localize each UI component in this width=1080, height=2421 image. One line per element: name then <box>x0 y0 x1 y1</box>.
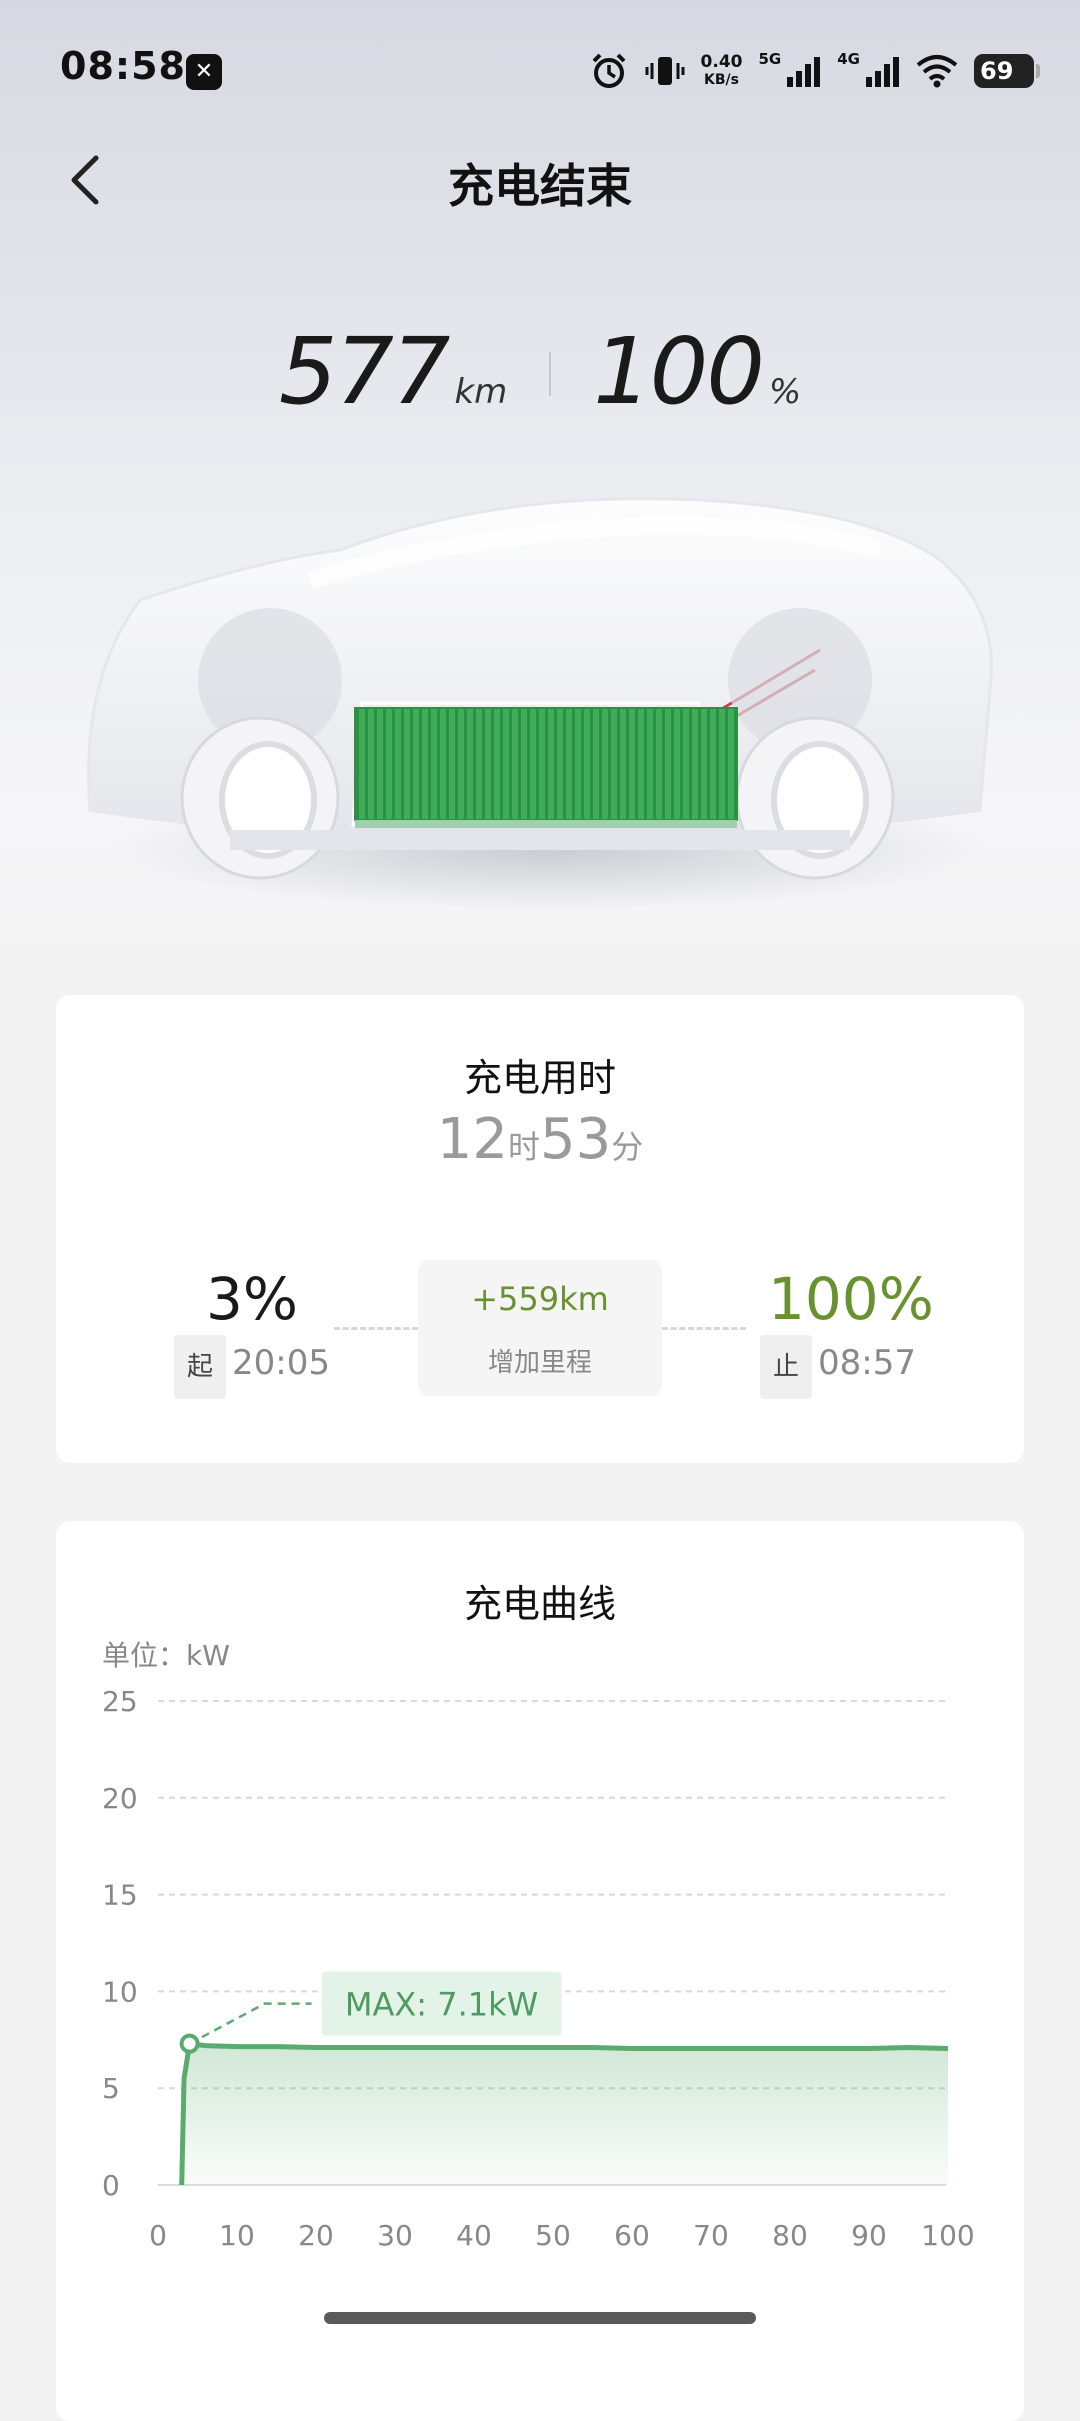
status-bar: 08:58 ✕ 0.40 KB/s 5G 4G 69 <box>0 36 1080 108</box>
y-tick-label: 10 <box>102 1975 138 2008</box>
range-unit: km <box>454 372 508 412</box>
status-time: 08:58 <box>60 44 186 88</box>
net-speed-value: 0.40 <box>700 52 743 72</box>
duration-title: 充电用时 <box>463 1056 616 1100</box>
duration-minutes-unit: 分 <box>611 1128 644 1166</box>
added-range-value: +559km <box>471 1280 609 1318</box>
sim2-type: 4G <box>837 50 860 68</box>
summary-divider <box>549 352 552 396</box>
battery-icon: 69 <box>974 54 1040 88</box>
x-tick-label: 0 <box>149 2219 167 2252</box>
charging-curve-chart: 单位：kW 0 5 10 15 20 25 0 10 20 30 40 50 60 70 80 90 100 MAX… <box>102 1639 975 2252</box>
x-tick-label: 80 <box>772 2219 808 2252</box>
end-time: 08:57 <box>818 1343 916 1383</box>
max-leader-line <box>189 2002 312 2045</box>
x-tick-label: 90 <box>851 2219 887 2252</box>
battery-pack <box>351 701 738 828</box>
y-tick-label: 0 <box>102 2169 120 2202</box>
x-tick-label: 60 <box>614 2219 650 2252</box>
front-wheel <box>735 716 895 880</box>
duration-hours: 12 <box>436 1107 508 1172</box>
rear-wheel <box>180 716 340 880</box>
soc-unit: % <box>768 372 802 412</box>
y-tick-label: 25 <box>102 1685 138 1718</box>
x-tick-label: 30 <box>377 2219 413 2252</box>
net-speed-unit: KB/s <box>704 72 739 88</box>
start-soc: 3% <box>206 1265 299 1333</box>
nav-bar: 充电结束 <box>0 140 1080 220</box>
duration-value: 12时53分 <box>56 1107 1024 1172</box>
car-battery-illustration <box>87 497 993 910</box>
signal-icon-sim2 <box>866 55 900 87</box>
net-speed: 0.40 KB/s <box>701 53 743 89</box>
start-tag: 起 <box>174 1335 226 1399</box>
added-range-label: 增加里程 <box>487 1348 592 1378</box>
max-point-marker <box>179 2033 200 2054</box>
y-tick-label: 20 <box>102 1782 138 1815</box>
x-tick-label: 70 <box>693 2219 729 2252</box>
max-annotation-label: MAX: 7.1kW <box>345 1986 538 2024</box>
unit-label: 单位：kW <box>102 1639 230 1672</box>
end-tag: 止 <box>760 1335 812 1399</box>
soc-value: 100 <box>593 318 765 425</box>
x-tick-label: 20 <box>298 2219 334 2252</box>
duration-minutes: 53 <box>540 1107 612 1172</box>
charging-curve-card: 充电曲线 单位：kW 0 5 10 15 20 25 0 10 20 30 40 50 60 70 80 90 1… <box>56 1521 1024 2421</box>
dotted-line-left <box>334 1327 418 1330</box>
range-value: 577 <box>278 318 451 425</box>
x-tick-label: 40 <box>456 2219 492 2252</box>
sim1-type: 5G <box>758 50 782 68</box>
charging-duration-card: 充电用时 12时53分 3% 起 20:05 +559km 增加里程 100% … <box>56 995 1024 1463</box>
home-indicator[interactable] <box>324 2312 756 2324</box>
series-area <box>181 2043 948 2185</box>
charge-summary: 577 km 100 % <box>0 318 1080 418</box>
added-range-box: +559km 增加里程 <box>418 1260 662 1396</box>
x-tick-label: 10 <box>219 2219 255 2252</box>
x-tick-label: 50 <box>535 2219 571 2252</box>
page-title: 充电结束 <box>448 159 632 213</box>
app-notification-icon: ✕ <box>186 54 222 90</box>
signal-icon-sim1 <box>787 55 821 87</box>
end-soc: 100% <box>768 1265 934 1333</box>
dotted-line-right <box>662 1327 746 1330</box>
duration-hours-unit: 时 <box>507 1128 540 1166</box>
wifi-icon <box>916 54 958 88</box>
x-tick-label: 100 <box>921 2219 974 2252</box>
start-time: 20:05 <box>232 1343 330 1383</box>
vibrate-icon <box>645 51 685 91</box>
alarm-icon <box>589 51 629 91</box>
y-tick-label: 15 <box>102 1879 138 1912</box>
y-tick-label: 5 <box>102 2072 120 2105</box>
